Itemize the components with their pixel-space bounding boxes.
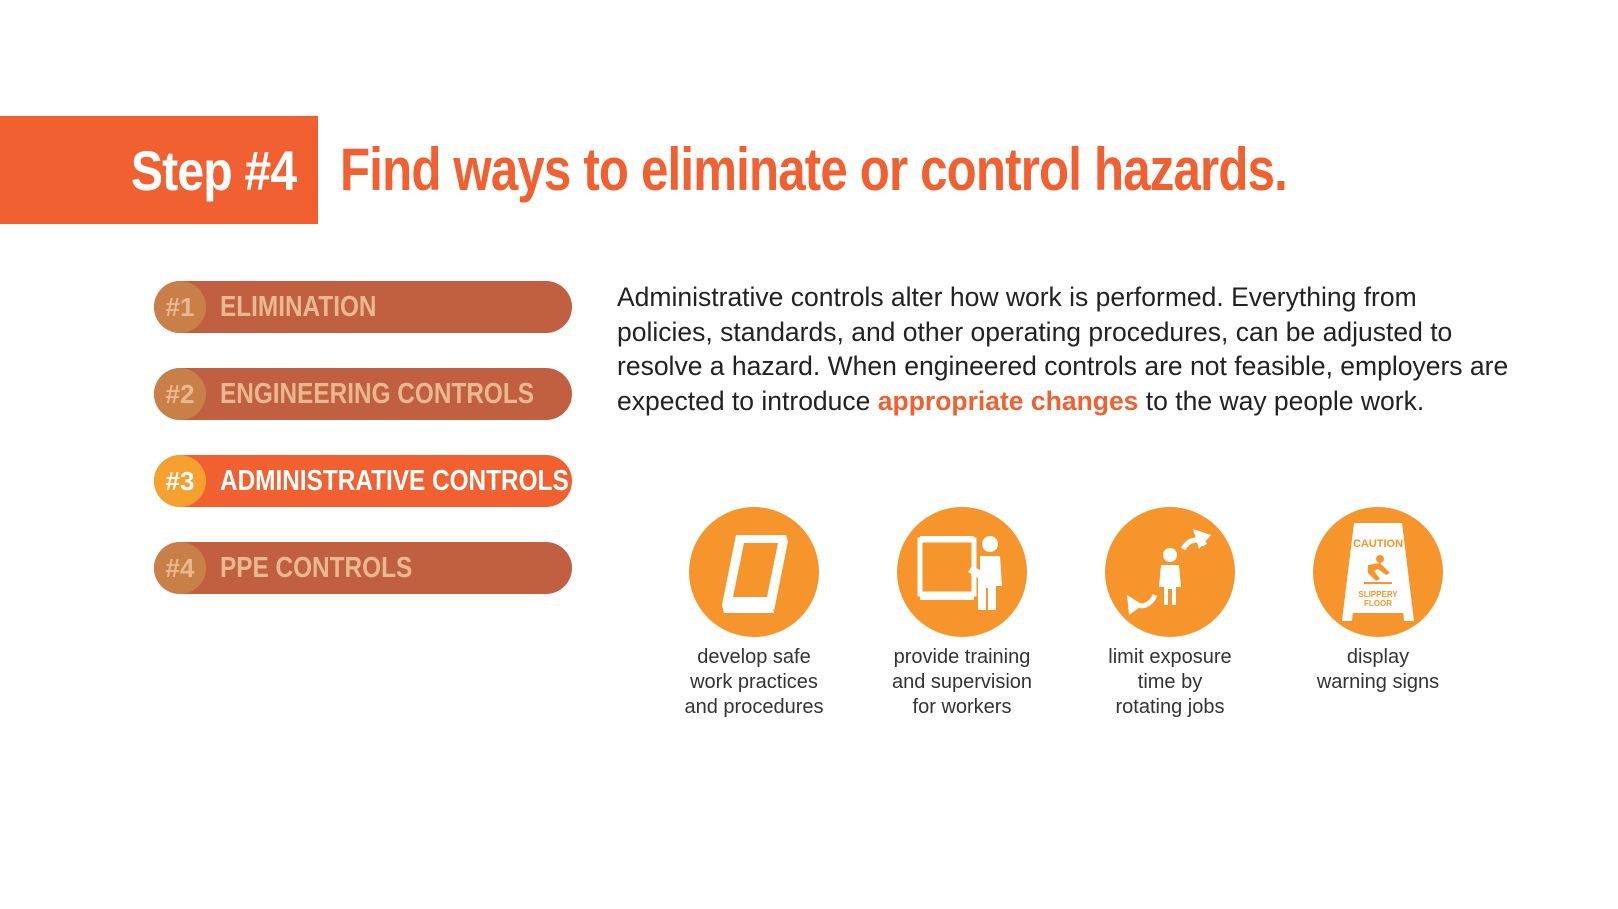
sign-bottom-text: SLIPPERY — [1358, 590, 1398, 599]
step-banner: Step #4 — [0, 116, 318, 224]
example-warning-signs: CAUTION SLIPPERY FLOOR display warning s… — [1288, 507, 1468, 695]
page-title: Find ways to eliminate or control hazard… — [340, 136, 1288, 203]
caption-line: and supervision — [891, 671, 1033, 693]
example-caption: develop safe work practices and procedur… — [664, 645, 844, 720]
hierarchy-of-controls: #1 ELIMINATION #2 ENGINEERING CONTROLS #… — [154, 281, 572, 629]
caution-sign-icon: CAUTION SLIPPERY FLOOR — [1313, 507, 1443, 637]
level-number: #3 — [154, 455, 206, 507]
caption-line: rotating jobs — [1115, 696, 1225, 718]
level-administrative-controls: #3 ADMINISTRATIVE CONTROLS — [154, 455, 572, 507]
caption-line: limit exposure — [1108, 646, 1232, 668]
level-ppe-controls: #4 PPE CONTROLS — [154, 542, 572, 594]
level-number: #1 — [154, 281, 206, 333]
example-caption: provide training and supervision for wor… — [872, 645, 1052, 720]
caption-line: for workers — [912, 696, 1012, 718]
caption-line: develop safe — [697, 646, 811, 668]
caption-line: work practices — [690, 671, 818, 693]
level-number: #2 — [154, 368, 206, 420]
level-label: ADMINISTRATIVE CONTROLS — [220, 464, 569, 497]
caption-line: and procedures — [684, 696, 824, 718]
example-caption: limit exposure time by rotating jobs — [1080, 645, 1260, 720]
example-training: provide training and supervision for wor… — [872, 507, 1052, 720]
level-engineering-controls: #2 ENGINEERING CONTROLS — [154, 368, 572, 420]
trainer-whiteboard-icon — [897, 507, 1027, 637]
step-label: Step #4 — [130, 138, 297, 202]
example-safe-practices: develop safe work practices and procedur… — [664, 507, 844, 720]
level-number: #4 — [154, 542, 206, 594]
rotation-person-icon — [1105, 507, 1235, 637]
example-caption: display warning signs — [1288, 645, 1468, 695]
level-label: ENGINEERING CONTROLS — [220, 377, 535, 410]
level-label: PPE CONTROLS — [220, 551, 413, 584]
description-text-end: to the way people work. — [1138, 385, 1425, 416]
caption-line: time by — [1137, 671, 1203, 693]
caption-line: warning signs — [1316, 671, 1440, 693]
description-highlight: appropriate changes — [877, 385, 1139, 416]
example-rotation: limit exposure time by rotating jobs — [1080, 507, 1260, 720]
sign-bottom-text-2: FLOOR — [1364, 599, 1392, 608]
description: Administrative controls alter how work i… — [617, 280, 1517, 418]
level-label: ELIMINATION — [220, 290, 377, 323]
level-elimination: #1 ELIMINATION — [154, 281, 572, 333]
sign-top-text: CAUTION — [1353, 538, 1403, 550]
caption-line: provide training — [893, 646, 1031, 668]
book-icon — [689, 507, 819, 637]
caption-line: display — [1346, 646, 1410, 668]
